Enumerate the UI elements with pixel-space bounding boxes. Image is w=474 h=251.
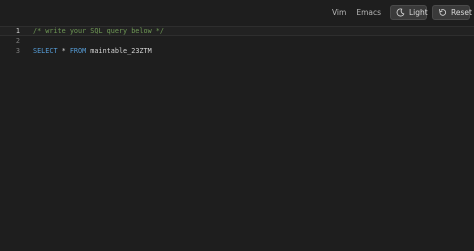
sql-table-name: maintable_23ZTM bbox=[86, 47, 152, 55]
code-line-2[interactable]: 2 bbox=[0, 36, 474, 46]
sql-keyword-select: SELECT bbox=[33, 47, 58, 55]
reset-button[interactable]: Reset bbox=[432, 5, 472, 20]
editor-toolbar: Vim Emacs Light Reset bbox=[328, 4, 472, 21]
emacs-mode-button[interactable]: Emacs bbox=[352, 5, 385, 20]
sql-comment: /* write your SQL query below */ bbox=[33, 27, 164, 35]
line-number: 1 bbox=[15, 27, 20, 35]
line-number: 2 bbox=[15, 37, 20, 45]
light-theme-label: Light bbox=[409, 8, 428, 17]
reset-icon bbox=[438, 8, 447, 17]
line-content: /* write your SQL query below */ bbox=[33, 27, 164, 35]
sql-keyword-from: FROM bbox=[69, 47, 87, 55]
vim-mode-button[interactable]: Vim bbox=[328, 5, 350, 20]
reset-label: Reset bbox=[451, 8, 472, 17]
sql-star: * bbox=[57, 47, 70, 55]
sql-editor-app: Vim Emacs Light Reset 1 /* write your SQ… bbox=[0, 0, 474, 251]
line-content: SELECT * FROM maintable_23ZTM bbox=[33, 46, 152, 56]
moon-icon bbox=[396, 8, 405, 17]
code-line-1[interactable]: 1 /* write your SQL query below */ bbox=[0, 26, 474, 36]
light-theme-button[interactable]: Light bbox=[390, 5, 428, 20]
line-number: 3 bbox=[15, 47, 20, 55]
code-editor[interactable]: 1 /* write your SQL query below */ 2 3 S… bbox=[0, 26, 474, 251]
code-line-3[interactable]: 3 SELECT * FROM maintable_23ZTM bbox=[0, 46, 474, 56]
